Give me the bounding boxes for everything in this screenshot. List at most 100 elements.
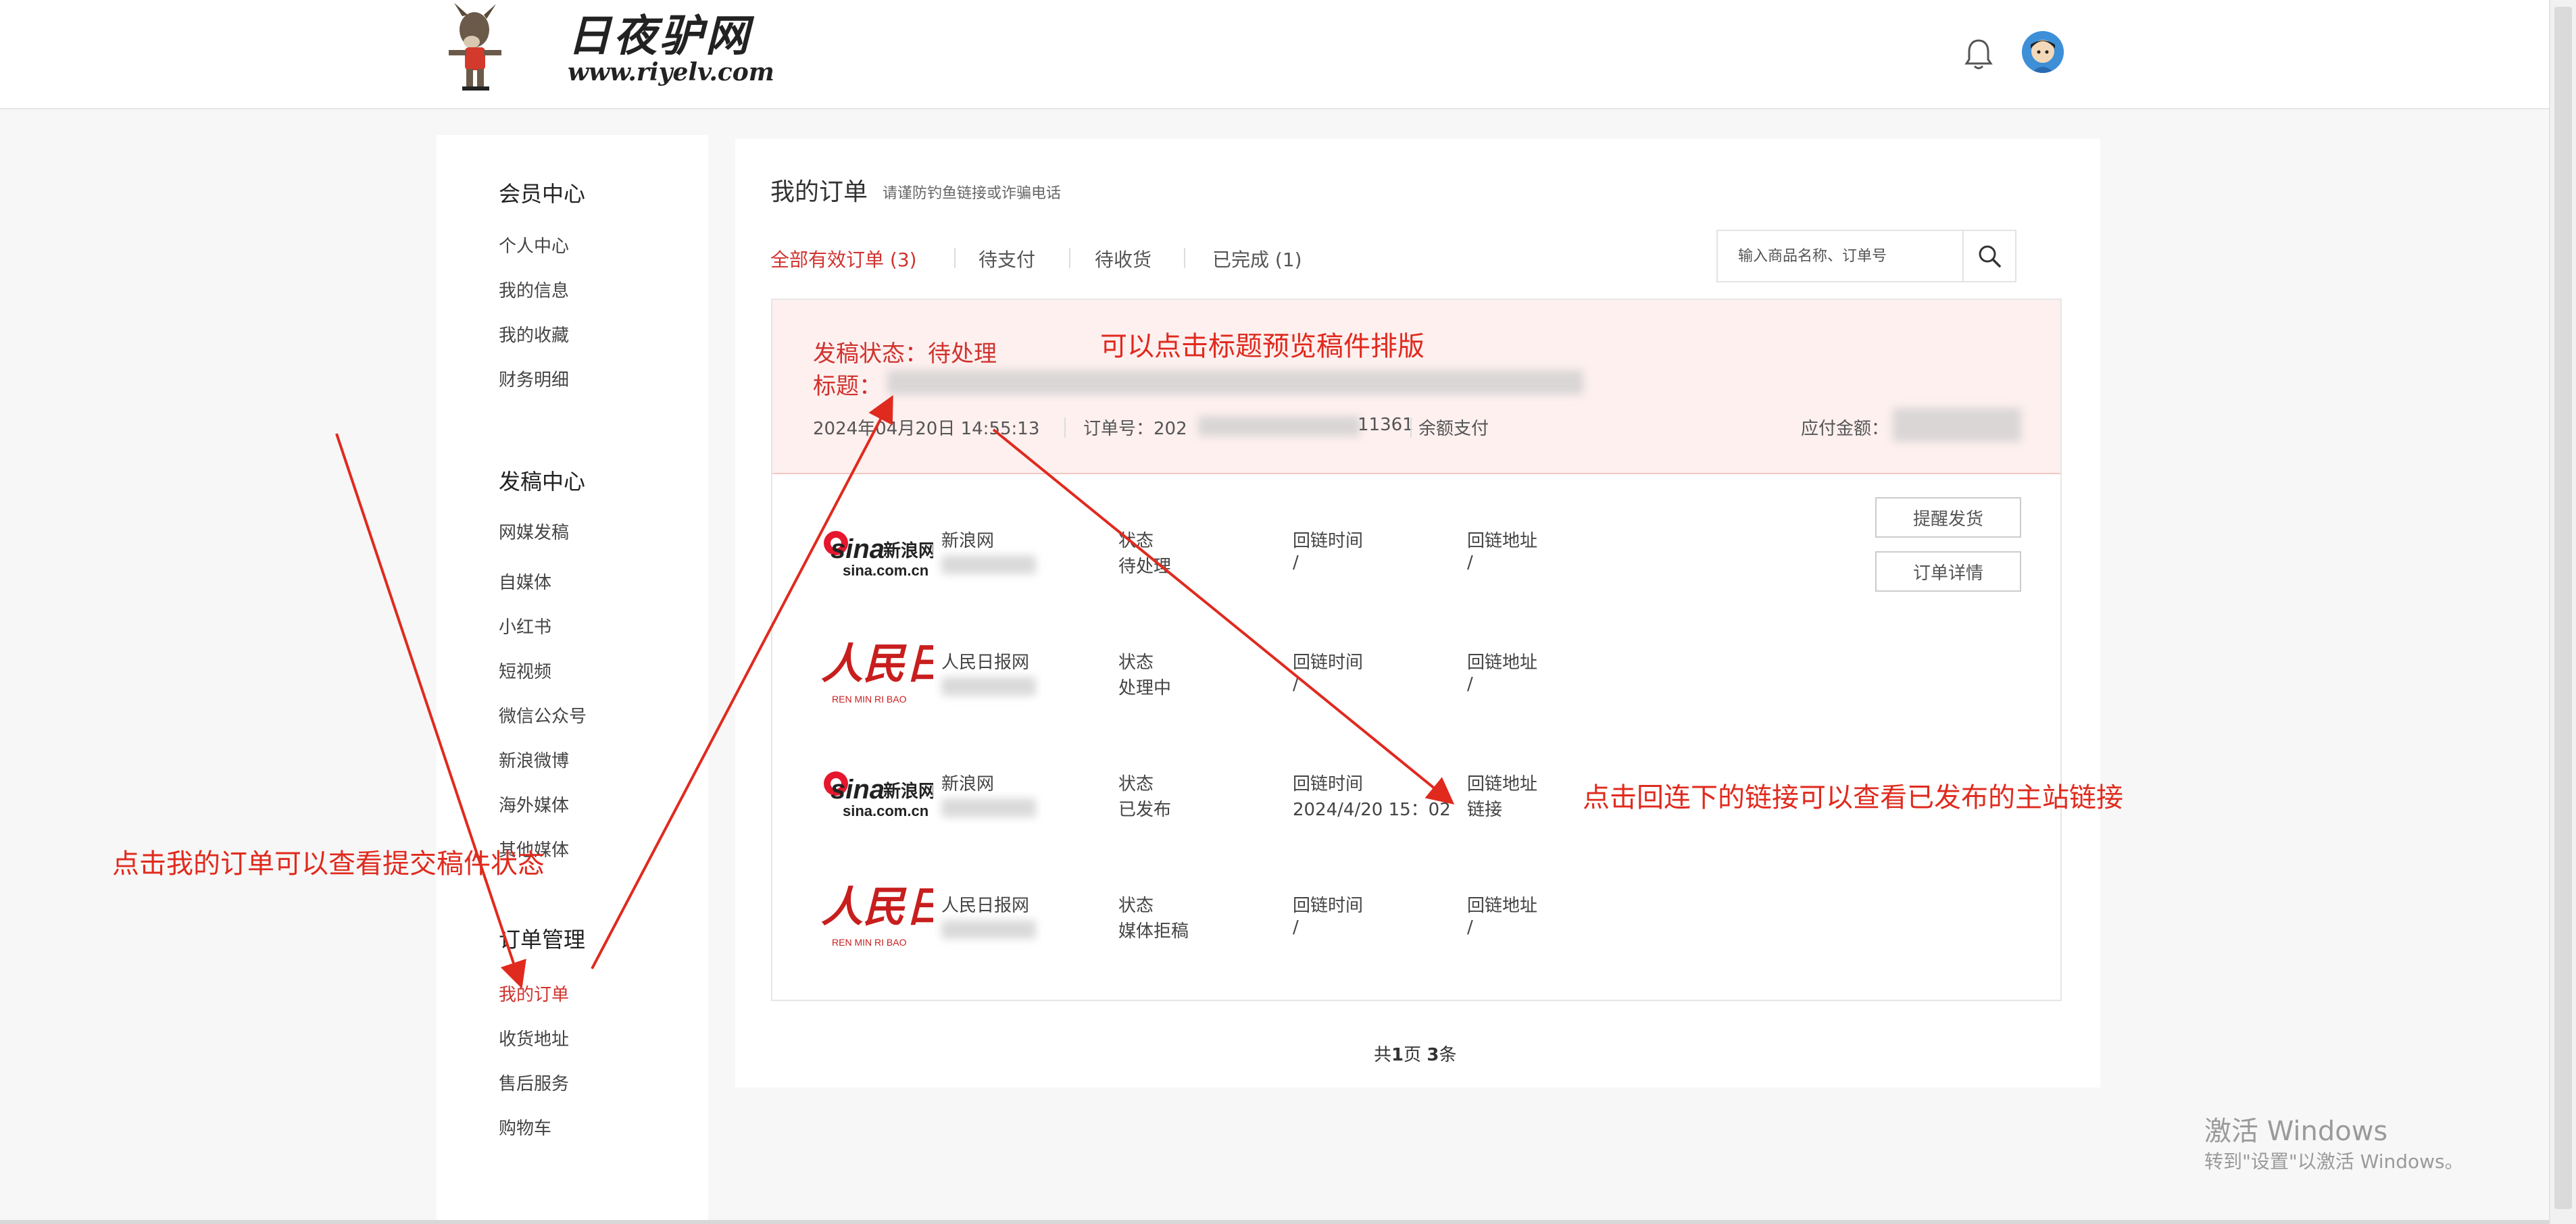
redacted-media-price xyxy=(941,555,1036,574)
backlink-time-value: / xyxy=(1293,553,1299,573)
page-scrollbar[interactable] xyxy=(2549,0,2576,1224)
pager-count: 3 xyxy=(1427,1045,1439,1065)
sidebar-item-self-media[interactable]: 自媒体 xyxy=(499,569,551,594)
tab-divider xyxy=(1069,248,1070,268)
status-value: 待处理 xyxy=(1118,557,1172,577)
windows-activation-title: 激活 Windows xyxy=(2204,1116,2388,1147)
sidebar-group-orders: 订单管理 xyxy=(499,927,586,952)
sidebar-item-personal-center[interactable]: 个人中心 xyxy=(499,232,569,257)
search-input[interactable] xyxy=(1718,231,1960,281)
sidebar-item-short-video[interactable]: 短视频 xyxy=(499,658,551,683)
tab-pending-receipt[interactable]: 待收货 xyxy=(1095,245,1151,272)
order-number-tail: 11361 xyxy=(1358,415,1414,435)
sidebar-group-member: 会员中心 xyxy=(499,181,586,207)
order-status: 发稿状态：待处理 xyxy=(813,340,997,367)
page-title: 我的订单 xyxy=(770,178,868,206)
sina-logo-icon: sina 新浪网 sina.com.cn xyxy=(824,531,933,579)
amount-label: 应付金额： xyxy=(1801,419,1889,439)
annotation-preview: 可以点击标题预览稿件排版 xyxy=(1100,331,1425,362)
user-avatar-icon xyxy=(2022,31,2064,73)
order-date: 2024年04月20日 14:55:13 xyxy=(813,419,1040,439)
status-label: 状态 xyxy=(1118,531,1154,551)
backlink-url-label: 回链地址 xyxy=(1467,653,1538,673)
backlink-time-value: 2024/4/20 15：02 xyxy=(1293,800,1451,820)
sidebar-item-web-media[interactable]: 网媒发稿 xyxy=(499,519,569,544)
svg-text:新浪网: 新浪网 xyxy=(883,540,933,561)
backlink-url-value: / xyxy=(1467,553,1473,573)
order-card: 发稿状态：待处理 标题： 2024年04月20日 14:55:13 订单号：20… xyxy=(771,299,2062,1001)
people-daily-logo-icon: 人民日报 REN MIN RI BAO xyxy=(821,882,933,948)
pager-prefix: 共 xyxy=(1374,1045,1392,1065)
bell-icon[interactable] xyxy=(1964,38,1993,70)
backlink-url-label: 回链地址 xyxy=(1467,531,1538,551)
order-number-label: 订单号：202 xyxy=(1083,419,1187,439)
sidebar-item-finance[interactable]: 财务明细 xyxy=(499,366,569,391)
backlink-url-value: / xyxy=(1467,917,1473,938)
order-item-row: 人民日报 REN MIN RI BAO 人民日报网 状态 媒体拒稿 回链时间 /… xyxy=(772,838,2060,959)
pager-mid: 页 xyxy=(1404,1045,1427,1065)
sidebar-item-my-info[interactable]: 我的信息 xyxy=(499,277,569,302)
search-icon xyxy=(1979,245,2001,267)
annotation-my-orders: 点击我的订单可以查看提交稿件状态 xyxy=(112,848,545,879)
redacted-media-price xyxy=(941,677,1036,696)
sina-logo-icon: sina 新浪网 sina.com.cn xyxy=(824,771,933,819)
top-header: 日夜驴网 www.riyelv.com xyxy=(0,0,2576,109)
backlink-time-value: / xyxy=(1293,674,1299,694)
redacted-order-number xyxy=(1198,416,1360,436)
meta-divider xyxy=(1064,417,1066,438)
scrollbar-thumb[interactable] xyxy=(2554,7,2572,1209)
tab-pending-payment[interactable]: 待支付 xyxy=(979,245,1035,272)
donkey-logo-icon[interactable] xyxy=(439,3,514,91)
sidebar-item-cart[interactable]: 购物车 xyxy=(499,1115,551,1140)
bottom-edge xyxy=(0,1220,2549,1224)
sidebar-item-weibo[interactable]: 新浪微博 xyxy=(499,747,569,772)
backlink-time-label: 回链时间 xyxy=(1293,653,1364,673)
order-search xyxy=(1716,230,2016,282)
sidebar-item-my-orders[interactable]: 我的订单 xyxy=(499,981,569,1006)
tab-completed[interactable]: 已完成 (1) xyxy=(1212,245,1302,272)
sidebar-item-xiaohongshu[interactable]: 小红书 xyxy=(499,613,551,638)
backlink-url-label: 回链地址 xyxy=(1467,774,1538,794)
annotation-backlink: 点击回连下的链接可以查看已发布的主站链接 xyxy=(1583,782,2123,813)
sidebar-item-wechat[interactable]: 微信公众号 xyxy=(499,703,587,728)
svg-text:sina.com.cn: sina.com.cn xyxy=(843,802,928,819)
order-detail-button[interactable]: 订单详情 xyxy=(1875,551,2021,592)
pagination: 共1页 3条 xyxy=(1374,1041,1456,1066)
page-tip: 请谨防钓鱼链接或诈骗电话 xyxy=(883,185,1062,202)
site-name[interactable]: 日夜驴网 xyxy=(568,1,751,63)
redacted-media-price xyxy=(941,920,1036,939)
order-item-row: sina 新浪网 sina.com.cn 新浪网 状态 待处理 回链时间 / 回… xyxy=(772,473,2060,594)
backlink-time-label: 回链时间 xyxy=(1293,896,1364,916)
sidebar-item-address[interactable]: 收货地址 xyxy=(499,1025,569,1050)
backlink-url-value: / xyxy=(1467,674,1473,694)
media-name: 人民日报网 xyxy=(941,896,1030,916)
avatar[interactable] xyxy=(2022,31,2064,73)
svg-text:REN MIN RI BAO: REN MIN RI BAO xyxy=(832,694,907,705)
site-url: www.riyelv.com xyxy=(568,58,774,86)
pay-method: 余额支付 xyxy=(1418,419,1489,439)
sidebar-item-favorites[interactable]: 我的收藏 xyxy=(499,322,569,347)
backlink-url-label: 回链地址 xyxy=(1467,896,1538,916)
order-item-row: 人民日报 REN MIN RI BAO 人民日报网 状态 处理中 回链时间 / … xyxy=(772,594,2060,716)
remind-delivery-button[interactable]: 提醒发货 xyxy=(1875,497,2021,538)
svg-text:sina: sina xyxy=(831,534,885,564)
tab-divider xyxy=(1184,248,1185,268)
sidebar-item-overseas[interactable]: 海外媒体 xyxy=(499,792,569,817)
people-daily-logo-icon: 人民日报 REN MIN RI BAO xyxy=(821,639,933,705)
sidebar-item-after-sales[interactable]: 售后服务 xyxy=(499,1070,569,1095)
status-label: 状态 xyxy=(1118,774,1154,794)
order-title[interactable]: 标题： xyxy=(813,367,882,401)
windows-activation-hint: 转到"设置"以激活 Windows。 xyxy=(2204,1150,2464,1173)
search-button[interactable] xyxy=(1962,231,2015,281)
redacted-title[interactable] xyxy=(887,370,1583,394)
main-panel: 我的订单 请谨防钓鱼链接或诈骗电话 全部有效订单 (3) 待支付 待收货 已完成… xyxy=(735,138,2100,1088)
svg-text:人民日报: 人民日报 xyxy=(821,882,933,932)
order-title-label: 标题： xyxy=(813,373,882,400)
svg-text:sina: sina xyxy=(831,775,885,805)
backlink-time-value: / xyxy=(1293,917,1299,938)
svg-text:REN MIN RI BAO: REN MIN RI BAO xyxy=(832,937,907,948)
backlink-url-link[interactable]: 链接 xyxy=(1467,796,1502,821)
svg-text:人民日报: 人民日报 xyxy=(821,639,933,688)
svg-text:sina.com.cn: sina.com.cn xyxy=(843,562,928,579)
tab-all-orders[interactable]: 全部有效订单 (3) xyxy=(770,245,917,272)
